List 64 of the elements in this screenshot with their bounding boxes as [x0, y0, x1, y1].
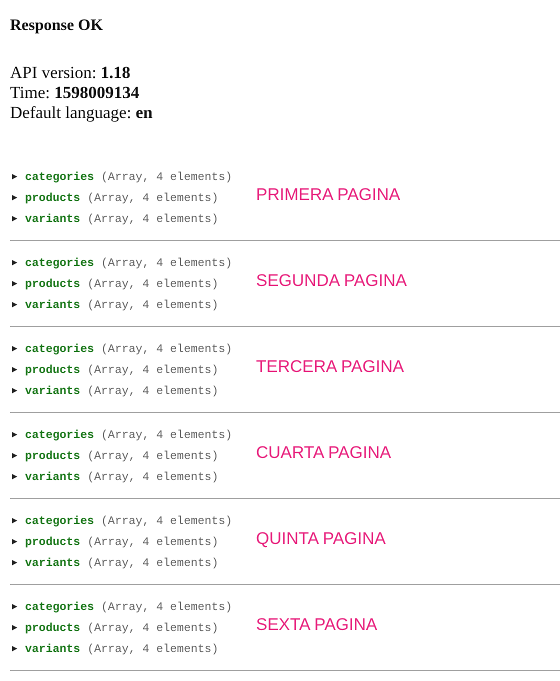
expand-arrow[interactable]: ▶: [10, 556, 25, 570]
array-key: categories: [25, 254, 94, 272]
expand-arrow[interactable]: ▶: [10, 600, 25, 614]
array-key: variants: [25, 382, 80, 400]
array-summary: (Array, 4 elements): [87, 276, 218, 293]
array-key: variants: [25, 468, 80, 486]
expand-arrow[interactable]: ▶: [10, 212, 25, 226]
array-key: products: [25, 448, 80, 466]
expand-arrow[interactable]: ▶: [10, 384, 25, 398]
array-key: categories: [25, 512, 94, 530]
array-key: products: [25, 276, 80, 294]
array-summary: (Array, 4 elements): [87, 362, 218, 379]
array-key: categories: [25, 426, 94, 444]
expand-arrow[interactable]: ▶: [10, 622, 25, 636]
array-summary: (Array, 4 elements): [87, 384, 218, 400]
page-annotation: SEXTA PAGINA: [256, 614, 378, 636]
expand-arrow[interactable]: ▶: [10, 298, 25, 312]
array-summary: (Array, 4 elements): [101, 170, 232, 186]
expand-arrow[interactable]: ▶: [10, 342, 25, 356]
info-line: Time: 1598009134: [10, 83, 140, 102]
array-summary: (Array, 4 elements): [101, 428, 232, 444]
array-summary: (Array, 4 elements): [87, 298, 218, 314]
page-annotation: CUARTA PAGINA: [256, 442, 392, 464]
array-summary: (Array, 4 elements): [87, 534, 218, 551]
page-annotation: QUINTA PAGINA: [256, 528, 386, 550]
expand-arrow[interactable]: ▶: [10, 450, 25, 464]
expand-arrow[interactable]: ▶: [10, 192, 25, 206]
page-annotation: PRIMERA PAGINA: [256, 184, 400, 206]
array-summary: (Array, 4 elements): [87, 470, 218, 486]
array-summary: (Array, 4 elements): [87, 448, 218, 465]
info-line: Default language: en: [10, 103, 153, 122]
expand-arrow[interactable]: ▶: [10, 170, 25, 184]
expand-arrow[interactable]: ▶: [10, 278, 25, 292]
array-summary: (Array, 4 elements): [87, 556, 218, 572]
expand-arrow[interactable]: ▶: [10, 470, 25, 484]
expand-arrow[interactable]: ▶: [10, 642, 25, 656]
expand-arrow[interactable]: ▶: [10, 514, 25, 528]
page-annotation: TERCERA PAGINA: [256, 356, 404, 378]
array-key: categories: [25, 340, 94, 358]
array-key: variants: [25, 554, 80, 572]
array-summary: (Array, 4 elements): [101, 600, 232, 616]
expand-arrow[interactable]: ▶: [10, 364, 25, 378]
array-summary: (Array, 4 elements): [101, 514, 232, 530]
array-key: products: [25, 362, 80, 380]
array-key: categories: [25, 598, 94, 616]
array-summary: (Array, 4 elements): [87, 190, 218, 207]
page-annotation: SEGUNDA PAGINA: [256, 270, 407, 292]
expand-arrow[interactable]: ▶: [10, 256, 25, 270]
expand-arrow[interactable]: ▶: [10, 536, 25, 550]
array-summary: (Array, 4 elements): [87, 212, 218, 228]
array-summary: (Array, 4 elements): [101, 256, 232, 272]
array-key: variants: [25, 210, 80, 228]
array-summary: (Array, 4 elements): [101, 342, 232, 358]
info-line: API version: 1.18: [10, 63, 130, 82]
array-key: products: [25, 620, 80, 638]
array-key: variants: [25, 296, 80, 314]
array-key: products: [25, 534, 80, 552]
array-key: variants: [25, 640, 80, 658]
array-key: categories: [25, 168, 94, 186]
array-summary: (Array, 4 elements): [87, 642, 218, 658]
response-heading: Response OK: [10, 16, 104, 36]
array-summary: (Array, 4 elements): [87, 620, 218, 637]
expand-arrow[interactable]: ▶: [10, 428, 25, 442]
array-key: products: [25, 190, 80, 208]
